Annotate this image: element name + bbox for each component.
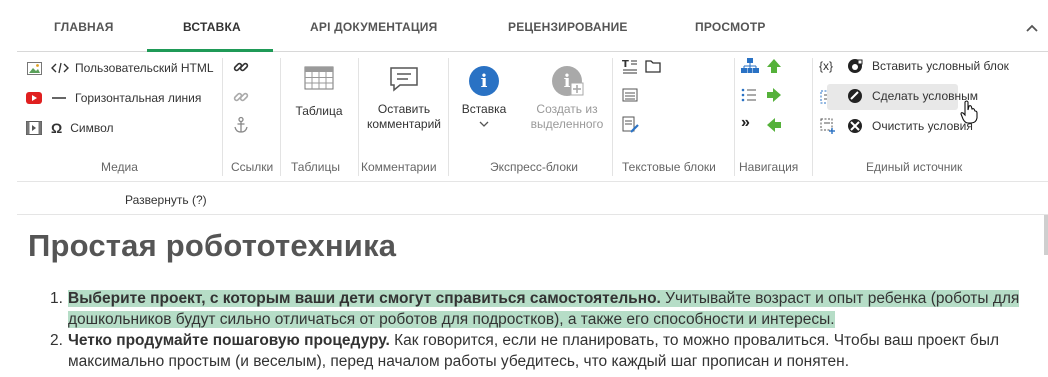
tab-api-docs[interactable]: API ДОКУМЕНТАЦИЯ	[310, 20, 437, 34]
group-comments-label: Комментарии	[361, 160, 437, 174]
symbol-label: Символ	[70, 121, 114, 135]
group-tables-label: Таблицы	[291, 160, 341, 174]
horizontal-line-label: Горизонтальная линия	[75, 91, 202, 105]
create-from-selection-button[interactable]: i Создать из выделенного	[526, 66, 608, 132]
group-links-label: Ссылки	[231, 160, 274, 174]
document-title[interactable]: Простая робототехника	[28, 228, 396, 264]
list-item-bold: Выберите проект, с которым ваши дети смо…	[68, 290, 661, 307]
sitemap-icon[interactable]	[741, 58, 759, 74]
divider	[17, 214, 1048, 215]
list-icon[interactable]	[741, 88, 757, 102]
scrollbar[interactable]	[1044, 215, 1048, 255]
group-links: Ссылки	[222, 52, 280, 182]
group-express-blocks: i Вставка i Создать из выделенного Экспр…	[448, 52, 612, 182]
conditional-block-icon	[846, 58, 864, 74]
insert-table-button[interactable]: Таблица	[287, 66, 351, 119]
make-conditional-button[interactable]: Сделать условным	[846, 88, 978, 104]
tab-insert[interactable]: ВСТАВКА	[183, 20, 241, 34]
group-tables: Таблица Таблицы	[280, 52, 358, 182]
expand-ribbon-link[interactable]: Развернуть (?)	[125, 193, 207, 207]
arrow-up-icon[interactable]	[766, 58, 782, 74]
insert-conditional-block-button[interactable]: Вставить условный блок	[846, 58, 1009, 74]
ribbon-tabs: ГЛАВНАЯ ВСТАВКА API ДОКУМЕНТАЦИЯ РЕЦЕНЗИ…	[17, 8, 1048, 52]
image-icon	[25, 60, 43, 76]
collapse-ribbon-icon[interactable]	[1022, 18, 1042, 38]
list-item-bold: Четко продумайте пошаговую процедуру.	[68, 332, 390, 349]
custom-html-label: Пользовательский HTML	[75, 61, 214, 75]
list-item[interactable]: 2. Четко продумайте пошаговую процедуру.…	[50, 330, 1035, 372]
insert-table-label: Таблица	[295, 104, 343, 118]
insert-link-icon[interactable]	[232, 58, 250, 76]
clear-conditions-label: Очистить условия	[872, 119, 973, 133]
tab-review[interactable]: РЕЦЕНЗИРОВАНИЕ	[508, 20, 628, 34]
arrow-left-icon[interactable]	[766, 117, 782, 133]
group-navigation: » Навигация	[734, 52, 812, 182]
horizontal-line-button[interactable]: Горизонтальная линия	[25, 90, 201, 106]
group-text-blocks-label: Текстовые блоки	[622, 160, 716, 174]
express-insert-button[interactable]: i Вставка	[452, 66, 516, 132]
group-text-blocks: T Текстовые блоки	[612, 52, 734, 182]
custom-html-button[interactable]: Пользовательский HTML	[25, 60, 214, 76]
list-item-number: 2.	[50, 332, 63, 349]
make-conditional-icon	[846, 88, 864, 104]
insert-conditional-block-label: Вставить условный блок	[872, 59, 1009, 73]
youtube-icon	[25, 90, 43, 106]
tab-home[interactable]: ГЛАВНАЯ	[54, 20, 114, 34]
group-comments: Оставить комментарий Комментарии	[358, 52, 448, 182]
group-single-source-items: Вставить условный блок Сделать условным …	[812, 52, 1048, 182]
hand-cursor-icon	[960, 100, 978, 124]
list-item-highlighted-text: Выберите проект, с которым ваши дети смо…	[68, 290, 1020, 328]
anchor-icon[interactable]	[232, 116, 250, 134]
info-add-icon: i	[552, 66, 584, 96]
info-icon: i	[469, 66, 499, 96]
comment-icon	[390, 67, 418, 92]
code-icon	[51, 60, 69, 76]
list-item-number: 1.	[50, 290, 63, 307]
double-chevron-icon[interactable]: »	[741, 114, 750, 132]
add-comment-button[interactable]: Оставить комментарий	[364, 66, 444, 132]
video-icon	[25, 120, 43, 136]
symbol-button[interactable]: Ω Символ	[25, 120, 114, 136]
document-ordered-list: 1. Выберите проект, с которым ваши дети …	[50, 288, 1035, 372]
group-single-source-label: Единый источник	[866, 160, 963, 174]
list-item[interactable]: 1. Выберите проект, с которым ваши дети …	[50, 288, 1035, 330]
svg-text:T: T	[622, 59, 629, 70]
add-comment-label-1: Оставить	[377, 102, 431, 116]
create-from-selection-label-1: Создать из	[536, 102, 598, 116]
folder-icon[interactable]	[645, 59, 661, 73]
tab-view[interactable]: ПРОСМОТР	[695, 20, 766, 34]
create-from-selection-label-2: выделенного	[530, 117, 604, 131]
chevron-down-icon	[479, 121, 489, 127]
clear-conditions-button[interactable]: Очистить условия	[846, 118, 973, 134]
express-insert-label: Вставка	[461, 102, 507, 116]
edit-block-icon[interactable]	[622, 116, 640, 134]
clear-conditions-icon	[846, 118, 864, 134]
add-comment-label-2: комментарий	[367, 117, 441, 131]
omega-icon: Ω	[51, 120, 63, 136]
ribbon-panel: Пользовательский HTML Горизонтальная лин…	[17, 52, 1048, 182]
group-express-label: Экспресс-блоки	[490, 160, 578, 174]
text-block-icon[interactable]	[622, 88, 638, 102]
text-variable-icon[interactable]: T	[622, 58, 638, 74]
arrow-right-icon[interactable]	[766, 87, 782, 103]
group-navigation-label: Навигация	[739, 160, 799, 174]
group-media-label: Медиа	[101, 160, 138, 174]
group-media: Пользовательский HTML Горизонтальная лин…	[17, 52, 222, 182]
remove-link-icon[interactable]	[232, 88, 250, 106]
horizontal-line-icon	[51, 90, 67, 106]
table-icon	[304, 66, 334, 90]
